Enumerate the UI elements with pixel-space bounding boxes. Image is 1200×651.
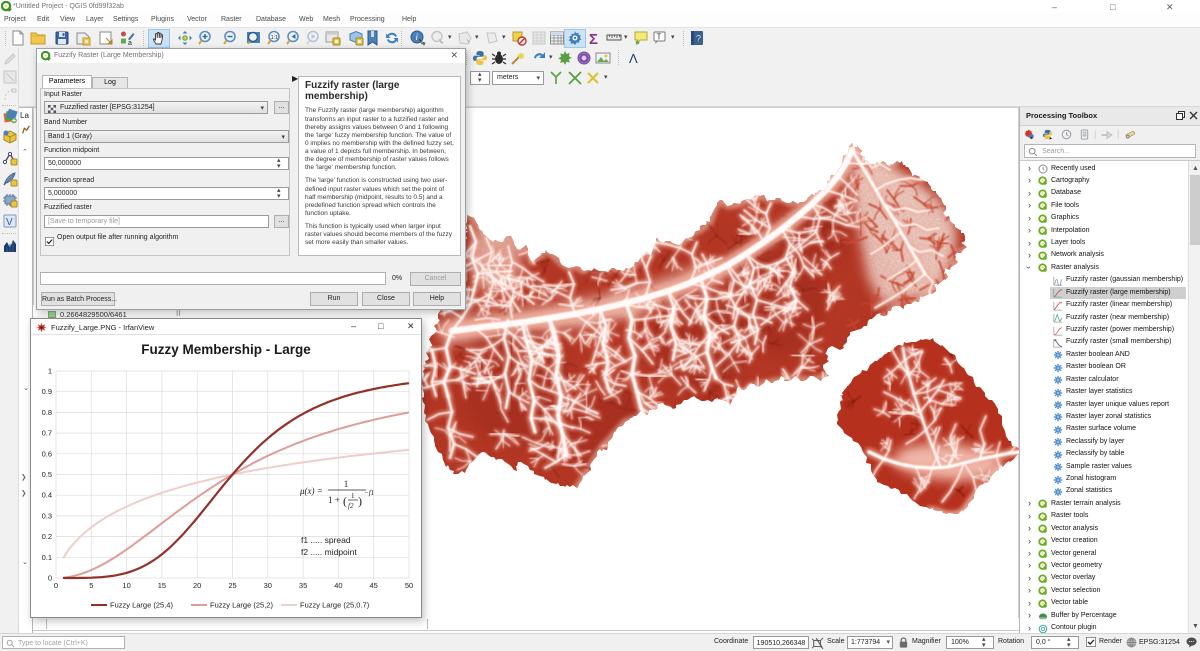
- svg-text:10: 10: [122, 581, 130, 590]
- svg-text:1:1: 1:1: [271, 35, 279, 41]
- svg-text:f2: f2: [348, 502, 354, 510]
- svg-text:0.3: 0.3: [42, 511, 52, 520]
- svg-text:Fuzzy Large (25,0.7): Fuzzy Large (25,0.7): [300, 601, 370, 610]
- svg-text:0.9: 0.9: [42, 387, 52, 396]
- svg-text:1: 1: [351, 492, 355, 500]
- svg-text:0.5: 0.5: [42, 470, 52, 479]
- svg-text:a: a: [128, 40, 132, 46]
- svg-text:f1 ..... spread: f1 ..... spread: [301, 535, 351, 545]
- svg-text:25: 25: [228, 581, 236, 590]
- svg-text:Σ: Σ: [589, 31, 598, 46]
- svg-text:0.4: 0.4: [42, 491, 52, 500]
- svg-text:μ(x) =: μ(x) =: [299, 486, 323, 496]
- svg-text:0.6: 0.6: [42, 449, 52, 458]
- svg-text:Fuzzy Large (25,4): Fuzzy Large (25,4): [110, 601, 173, 610]
- svg-text:45: 45: [370, 581, 378, 590]
- svg-text:0.2: 0.2: [42, 532, 52, 541]
- svg-text:15: 15: [158, 581, 166, 590]
- svg-text:5: 5: [89, 581, 93, 590]
- svg-text:0: 0: [54, 581, 58, 590]
- svg-text:0: 0: [48, 574, 52, 583]
- svg-text:(: (: [343, 494, 347, 508]
- svg-text:Fuzzy Membership - Large: Fuzzy Membership - Large: [141, 342, 311, 357]
- svg-text:35: 35: [299, 581, 307, 590]
- svg-text:Λ: Λ: [629, 51, 638, 66]
- svg-text:T: T: [657, 33, 662, 42]
- svg-text:0.1: 0.1: [42, 553, 52, 562]
- svg-text:1: 1: [344, 479, 349, 489]
- svg-text:40: 40: [334, 581, 342, 590]
- svg-text:V: V: [6, 217, 13, 228]
- svg-text:1: 1: [48, 367, 52, 376]
- svg-text:30: 30: [264, 581, 272, 590]
- svg-text:50: 50: [405, 581, 413, 590]
- svg-text:?: ?: [696, 34, 701, 44]
- svg-text:0.7: 0.7: [42, 429, 52, 438]
- svg-text:20: 20: [193, 581, 201, 590]
- svg-text:): ): [358, 494, 362, 508]
- svg-text:Fuzzy Large (25,2): Fuzzy Large (25,2): [210, 601, 273, 610]
- svg-text:f2 ..... midpoint: f2 ..... midpoint: [301, 547, 357, 557]
- svg-text:−f1: −f1: [364, 489, 374, 497]
- svg-text:0.8: 0.8: [42, 408, 52, 417]
- svg-text:1 +: 1 +: [328, 495, 340, 505]
